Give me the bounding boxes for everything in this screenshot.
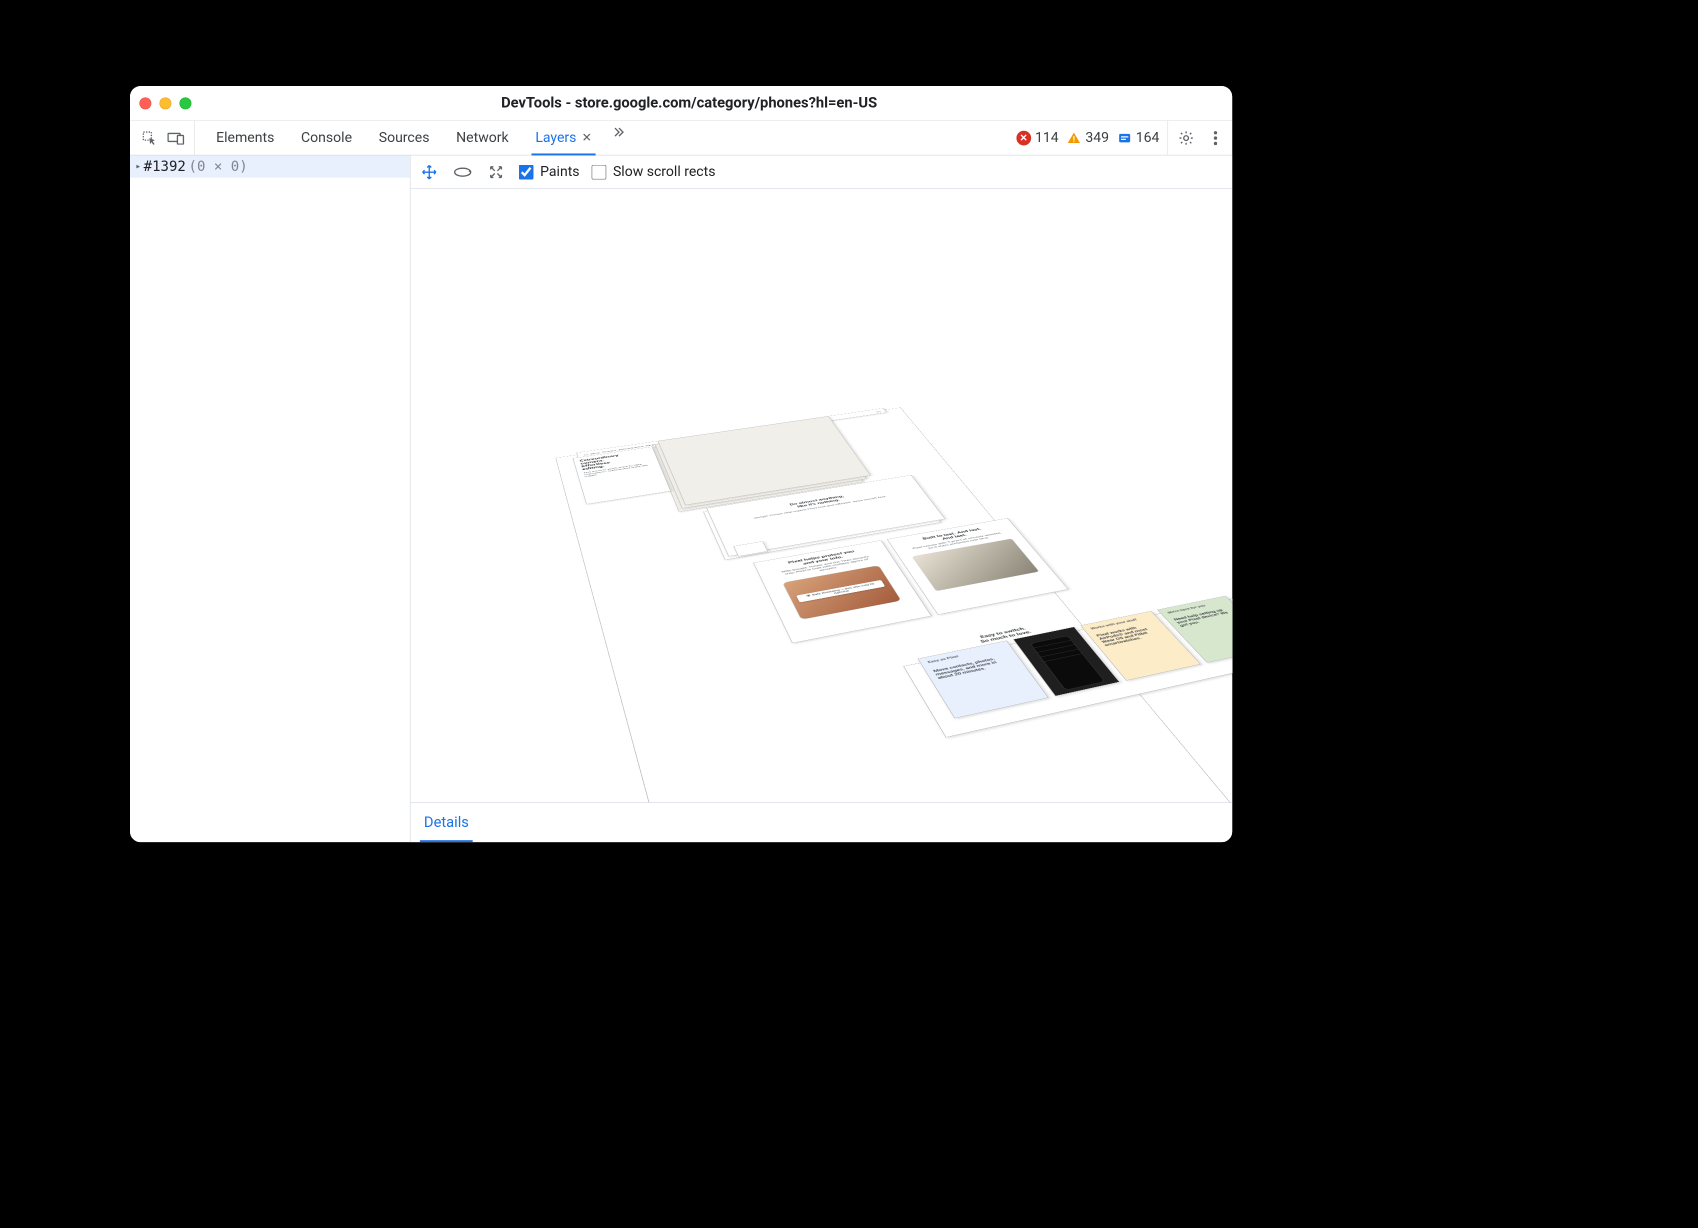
paints-label: Paints [540, 164, 579, 180]
details-tab[interactable]: Details [411, 803, 483, 842]
errors-badge[interactable]: ✕ 114 [1016, 130, 1058, 146]
layers-panel: ▸ #1392 (0 × 0) Paints [130, 155, 1232, 842]
status-badges: ✕ 114 349 164 [1016, 130, 1162, 146]
device-toolbar-icon[interactable] [165, 126, 188, 149]
info-badge[interactable]: 164 [1117, 130, 1159, 146]
minimize-window-button[interactable] [159, 97, 171, 109]
window-title: DevTools - store.google.com/category/pho… [202, 95, 1223, 112]
zoom-window-button[interactable] [179, 97, 191, 109]
errors-count: 114 [1035, 130, 1059, 146]
inspect-element-icon[interactable] [138, 126, 161, 149]
rotate-icon[interactable] [452, 161, 473, 182]
caret-right-icon: ▸ [135, 161, 141, 172]
layer-dims: (0 × 0) [189, 158, 248, 174]
pan-icon[interactable] [419, 161, 440, 182]
traffic-lights [139, 97, 195, 109]
gear-icon[interactable] [1175, 126, 1198, 149]
titlebar: DevTools - store.google.com/category/pho… [130, 86, 1232, 121]
layers-3d-viewport[interactable]: Shop Phones Subscriptions Earbuds Watche… [411, 189, 1233, 802]
built-line2: And last. [941, 533, 968, 540]
kebab-menu-icon[interactable] [1204, 126, 1227, 149]
layers-3d-toolbar: Paints Slow scroll rects [411, 155, 1233, 188]
info-icon [1117, 130, 1132, 145]
tab-elements-label: Elements [216, 130, 274, 146]
layer-id: #1392 [144, 158, 186, 174]
tab-sources-label: Sources [379, 130, 430, 146]
tab-network[interactable]: Network [443, 121, 522, 155]
error-icon: ✕ [1016, 130, 1031, 145]
layer-tree-root[interactable]: ▸ #1392 (0 × 0) [130, 155, 410, 177]
layer-tree-sidebar[interactable]: ▸ #1392 (0 × 0) [130, 155, 411, 842]
paints-checkbox-input[interactable] [519, 164, 534, 179]
slow-scroll-checkbox[interactable]: Slow scroll rects [592, 164, 716, 180]
close-icon[interactable]: ✕ [582, 131, 592, 145]
card-airpods-text: Pixel works with AirPods® and most Wear … [1096, 622, 1166, 647]
card-help-text: Need help setting up your Pixel device? … [1173, 607, 1232, 628]
layer-built-to-last[interactable]: Built to last. And last.And last. Pixel … [887, 518, 1069, 615]
details-tab-label: Details [424, 814, 469, 831]
tab-network-label: Network [456, 130, 508, 146]
switch-line1: Easy to switch. [979, 626, 1027, 639]
devtools-window: DevTools - store.google.com/category/pho… [130, 86, 1232, 842]
reset-view-icon[interactable] [485, 161, 506, 182]
tab-layers-label: Layers [535, 130, 576, 146]
warnings-count: 349 [1085, 130, 1109, 146]
tab-sources[interactable]: Sources [365, 121, 442, 155]
tab-layers[interactable]: Layers ✕ [522, 121, 605, 155]
devtools-tabbar: Elements Console Sources Network Layers … [130, 121, 1232, 156]
switch-line2: So much to love. [979, 630, 1032, 644]
tab-elements[interactable]: Elements [203, 121, 288, 155]
details-drawer: Details [411, 802, 1233, 842]
more-tabs-icon[interactable] [608, 121, 631, 144]
slow-scroll-label: Slow scroll rects [613, 164, 716, 180]
tab-console-label: Console [301, 130, 352, 146]
slow-scroll-checkbox-input[interactable] [592, 164, 607, 179]
tab-console[interactable]: Console [288, 121, 366, 155]
close-window-button[interactable] [139, 97, 151, 109]
paints-checkbox[interactable]: Paints [519, 164, 580, 180]
warning-icon [1067, 130, 1082, 145]
warnings-badge[interactable]: 349 [1067, 130, 1109, 146]
info-count: 164 [1136, 130, 1160, 146]
built-line1: Built to last. And last. [922, 527, 983, 540]
layers-content: Paints Slow scroll rects Shop Phone [411, 155, 1233, 842]
